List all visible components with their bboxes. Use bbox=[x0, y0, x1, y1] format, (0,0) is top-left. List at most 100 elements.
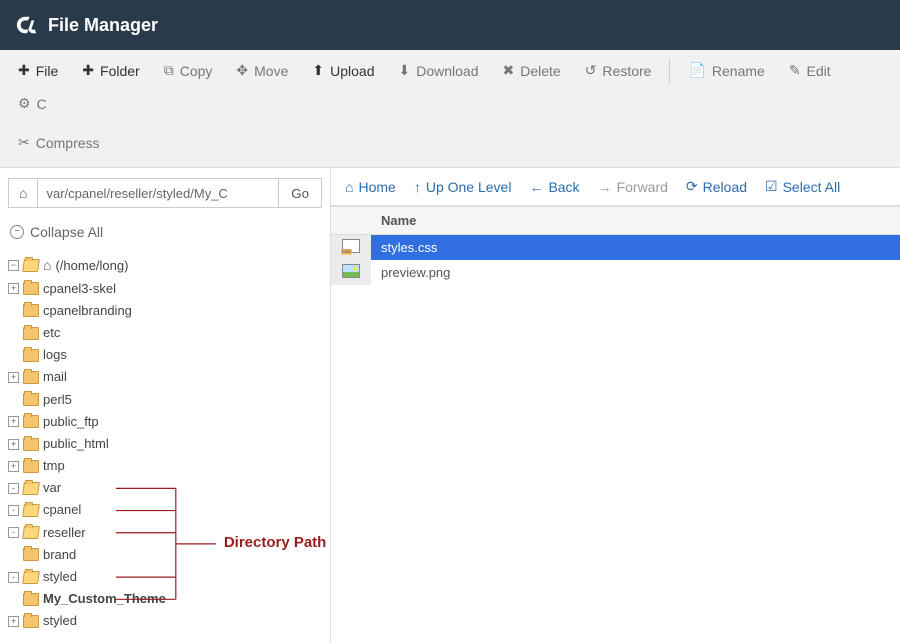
tree-item-var[interactable]: -var bbox=[8, 477, 322, 499]
edit-icon: ✎ bbox=[789, 62, 801, 79]
table-row[interactable]: styles.css bbox=[331, 235, 900, 261]
folder-open-icon bbox=[22, 259, 40, 272]
c-button[interactable]: ⚙C bbox=[8, 89, 57, 118]
upload-button[interactable]: ⬆Upload bbox=[302, 56, 384, 85]
folder-closed-icon bbox=[23, 327, 39, 340]
restore-icon: ↺ bbox=[585, 62, 597, 79]
plus-icon: ✚ bbox=[82, 62, 94, 79]
gear-icon: ⚙ bbox=[18, 95, 31, 112]
folder-closed-icon bbox=[23, 593, 39, 606]
rename-button[interactable]: 📄Rename bbox=[678, 56, 774, 85]
tree-item-label: perl5 bbox=[43, 391, 72, 409]
compress-button[interactable]: ✂Compress bbox=[8, 128, 110, 157]
tree-item-label: reseller bbox=[43, 524, 86, 542]
folder-closed-icon bbox=[23, 349, 39, 362]
tree-item-cpanelbranding[interactable]: cpanelbranding bbox=[8, 300, 322, 322]
restore-button[interactable]: ↺Restore bbox=[575, 56, 662, 85]
home-button[interactable]: ⌂ bbox=[8, 178, 38, 208]
expander-icon[interactable]: + bbox=[8, 283, 19, 294]
expander-icon[interactable]: + bbox=[8, 439, 19, 450]
folder-closed-icon bbox=[23, 615, 39, 628]
tree-item-label: etc bbox=[43, 324, 60, 342]
home-icon: ⌂ bbox=[345, 179, 353, 195]
arrow-up-icon: ↑ bbox=[414, 179, 421, 195]
name-column-header[interactable]: Name bbox=[371, 207, 900, 235]
tree-root[interactable]: − ⌂ (/home/long) bbox=[8, 254, 322, 278]
tree-item-label: brand bbox=[43, 546, 76, 564]
tree-item-label: cpanelbranding bbox=[43, 302, 132, 320]
expander-icon[interactable]: + bbox=[8, 616, 19, 627]
tree-item-styled[interactable]: + styled bbox=[8, 610, 322, 632]
arrow-left-icon: ← bbox=[529, 179, 543, 195]
nav-up-button[interactable]: ↑Up One Level bbox=[414, 179, 512, 195]
tree-item-styled[interactable]: - styled bbox=[8, 566, 322, 588]
delete-button[interactable]: ✖Delete bbox=[492, 56, 570, 85]
img-file-icon bbox=[342, 264, 360, 278]
folder-open-icon bbox=[22, 504, 40, 517]
table-row[interactable]: preview.png bbox=[331, 260, 900, 285]
cpanel-logo-icon bbox=[16, 14, 38, 36]
rename-icon: 📄 bbox=[688, 62, 705, 79]
folder-closed-icon bbox=[23, 415, 39, 428]
expander-icon[interactable]: - bbox=[8, 483, 19, 494]
tree-item-cpanel3-skel[interactable]: +cpanel3-skel bbox=[8, 278, 322, 300]
download-button[interactable]: ⬇Download bbox=[388, 56, 488, 85]
nav-select-all-button[interactable]: ☑Select All bbox=[765, 178, 840, 195]
content-area: ⌂ Go − Collapse All − ⌂ (/home/long) +cp… bbox=[0, 168, 900, 643]
expander-icon[interactable]: + bbox=[8, 372, 19, 383]
tree-item-label: My_Custom_Theme bbox=[43, 590, 166, 608]
tree-item-etc[interactable]: etc bbox=[8, 322, 322, 344]
folder-button[interactable]: ✚Folder bbox=[72, 56, 149, 85]
nav-back-button[interactable]: ←Back bbox=[529, 179, 579, 195]
download-icon: ⬇ bbox=[398, 62, 410, 79]
copy-icon: ⧉ bbox=[164, 62, 174, 79]
expander-icon[interactable]: + bbox=[8, 461, 19, 472]
folder-open-icon bbox=[22, 482, 40, 495]
tree-item-label: styled bbox=[43, 612, 77, 630]
right-pane: ⌂Home ↑Up One Level ←Back →Forward ⟳Relo… bbox=[330, 168, 900, 643]
tree-item-public-ftp[interactable]: + public_ftp bbox=[8, 411, 322, 433]
tree-item-logs[interactable]: logs bbox=[8, 344, 322, 366]
expander-icon[interactable]: − bbox=[8, 260, 19, 271]
tree-item-label: cpanel bbox=[43, 501, 81, 519]
expander-icon[interactable]: - bbox=[8, 572, 19, 583]
tree-item-my-custom-theme[interactable]: My_Custom_Theme bbox=[8, 588, 322, 610]
check-column-header[interactable] bbox=[331, 207, 371, 235]
copy-button[interactable]: ⧉Copy bbox=[154, 56, 223, 85]
collapse-all-button[interactable]: − Collapse All bbox=[10, 224, 322, 240]
tree-item-public-html[interactable]: +public_html bbox=[8, 433, 322, 455]
tree-item-perl5[interactable]: perl5 bbox=[8, 389, 322, 411]
compress-icon: ✂ bbox=[18, 134, 30, 151]
tree-item-brand[interactable]: brand bbox=[8, 544, 322, 566]
move-button[interactable]: ✥Move bbox=[226, 56, 298, 85]
home-icon: ⌂ bbox=[19, 185, 27, 201]
tree-item-reseller[interactable]: - reseller bbox=[8, 522, 322, 544]
tree-item-label: styled bbox=[43, 568, 77, 586]
edit-button[interactable]: ✎Edit bbox=[779, 56, 841, 85]
tree-item-label: logs bbox=[43, 346, 67, 364]
go-button[interactable]: Go bbox=[279, 178, 322, 208]
nav-toolbar: ⌂Home ↑Up One Level ←Back →Forward ⟳Relo… bbox=[331, 168, 900, 206]
folder-closed-icon bbox=[23, 371, 39, 384]
nav-reload-button[interactable]: ⟳Reload bbox=[686, 178, 747, 195]
folder-closed-icon bbox=[23, 393, 39, 406]
tree-item-cpanel[interactable]: - cpanel bbox=[8, 499, 322, 521]
expander-icon[interactable]: - bbox=[8, 505, 19, 516]
expander-icon[interactable]: + bbox=[8, 416, 19, 427]
minus-circle-icon: − bbox=[10, 225, 24, 239]
folder-closed-icon bbox=[23, 282, 39, 295]
expander-icon[interactable]: - bbox=[8, 527, 19, 538]
tree-item-label: public_ftp bbox=[43, 413, 99, 431]
tree-item-tmp[interactable]: +tmp bbox=[8, 455, 322, 477]
file-button[interactable]: ✚File bbox=[8, 56, 68, 85]
left-pane: ⌂ Go − Collapse All − ⌂ (/home/long) +cp… bbox=[0, 168, 330, 643]
tree-item-label: mail bbox=[43, 368, 67, 386]
tree-item-mail[interactable]: + mail bbox=[8, 366, 322, 388]
toolbar-separator bbox=[669, 59, 670, 83]
folder-closed-icon bbox=[23, 460, 39, 473]
nav-forward-button[interactable]: →Forward bbox=[598, 179, 668, 195]
path-input[interactable] bbox=[38, 178, 279, 208]
nav-home-button[interactable]: ⌂Home bbox=[345, 179, 396, 195]
delete-icon: ✖ bbox=[502, 62, 514, 79]
arrow-right-icon: → bbox=[598, 179, 612, 195]
